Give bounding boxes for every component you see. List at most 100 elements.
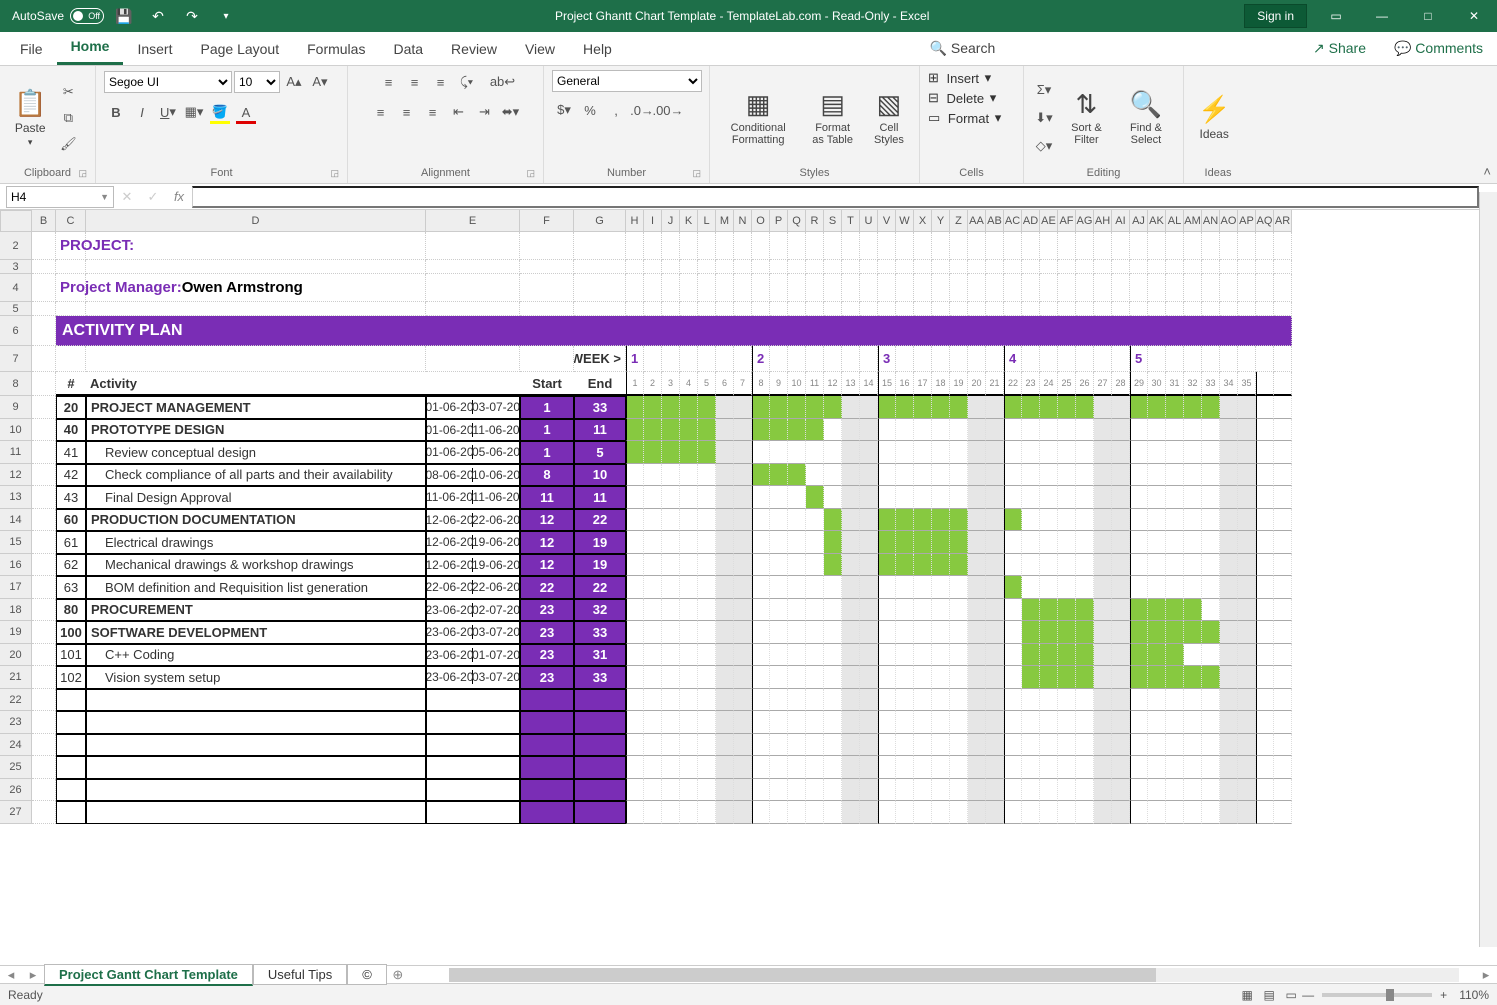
cell[interactable]: [1130, 599, 1148, 622]
cell[interactable]: [1184, 396, 1202, 419]
zoom-slider[interactable]: [1322, 993, 1432, 997]
cell[interactable]: [986, 779, 1004, 802]
copy-icon[interactable]: ⧉: [56, 106, 80, 130]
row-header[interactable]: 2: [0, 232, 32, 260]
cell[interactable]: 32: [1184, 372, 1202, 396]
cell[interactable]: [968, 419, 986, 442]
cell[interactable]: [1040, 599, 1058, 622]
cell[interactable]: [896, 260, 914, 274]
cell[interactable]: [520, 302, 574, 316]
row-header[interactable]: 24: [0, 734, 32, 757]
cell[interactable]: [1058, 486, 1076, 509]
cell[interactable]: 1: [626, 372, 644, 396]
cell[interactable]: [878, 666, 896, 689]
cell[interactable]: [770, 734, 788, 757]
cell[interactable]: [426, 260, 520, 274]
cell[interactable]: [1094, 599, 1112, 622]
cell[interactable]: [878, 419, 896, 442]
cell[interactable]: [1022, 232, 1040, 260]
cell[interactable]: [662, 232, 680, 260]
cell[interactable]: [860, 711, 878, 734]
zoom-in-icon[interactable]: +: [1440, 988, 1447, 1002]
cell[interactable]: [1238, 346, 1256, 372]
cell[interactable]: [806, 599, 824, 622]
cell[interactable]: [1094, 644, 1112, 667]
cell[interactable]: [986, 734, 1004, 757]
cell[interactable]: [716, 441, 734, 464]
cell[interactable]: [1202, 486, 1220, 509]
cell[interactable]: [734, 419, 752, 442]
cell[interactable]: [32, 689, 56, 712]
cell[interactable]: [1058, 554, 1076, 577]
cell[interactable]: [1238, 419, 1256, 442]
cell[interactable]: [734, 779, 752, 802]
cell[interactable]: [806, 689, 824, 712]
cell[interactable]: [644, 274, 662, 302]
cell[interactable]: [842, 396, 860, 419]
cell[interactable]: [32, 801, 56, 824]
cell[interactable]: [1166, 621, 1184, 644]
cell[interactable]: [950, 756, 968, 779]
cell[interactable]: [1256, 779, 1274, 802]
cell[interactable]: [1202, 396, 1220, 419]
cell[interactable]: [752, 260, 770, 274]
cell[interactable]: [1256, 232, 1274, 260]
cell[interactable]: 13: [842, 372, 860, 396]
cell[interactable]: [1256, 531, 1274, 554]
tab-home[interactable]: Home: [57, 30, 124, 65]
cell[interactable]: [1274, 779, 1292, 802]
cell[interactable]: [1166, 346, 1184, 372]
cell[interactable]: [734, 689, 752, 712]
cell[interactable]: [1148, 509, 1166, 532]
cell[interactable]: [896, 599, 914, 622]
cell[interactable]: [986, 801, 1004, 824]
cell[interactable]: 23-06-2003-07-20: [426, 621, 520, 644]
cell[interactable]: [644, 644, 662, 667]
cell[interactable]: [1004, 576, 1022, 599]
cell[interactable]: [806, 396, 824, 419]
row-header[interactable]: 18: [0, 599, 32, 622]
cell[interactable]: [932, 576, 950, 599]
cell[interactable]: [860, 396, 878, 419]
cell[interactable]: [914, 554, 932, 577]
cell[interactable]: [986, 419, 1004, 442]
cell[interactable]: 4: [680, 372, 698, 396]
cell[interactable]: [1148, 711, 1166, 734]
cell[interactable]: [520, 711, 574, 734]
cell[interactable]: [1256, 441, 1274, 464]
cell[interactable]: #: [56, 372, 86, 396]
cell[interactable]: [1076, 801, 1094, 824]
cell[interactable]: [1202, 232, 1220, 260]
col-header[interactable]: C: [56, 210, 86, 232]
name-box[interactable]: ▼: [6, 186, 114, 208]
cell[interactable]: [950, 232, 968, 260]
cell[interactable]: [770, 464, 788, 487]
sheet-tab[interactable]: Project Gantt Chart Template: [44, 964, 253, 986]
col-header[interactable]: AO: [1220, 210, 1238, 232]
cell[interactable]: [1274, 734, 1292, 757]
select-all-corner[interactable]: [0, 210, 32, 232]
cell[interactable]: [1040, 711, 1058, 734]
cell[interactable]: [1148, 486, 1166, 509]
cell[interactable]: [950, 464, 968, 487]
cell[interactable]: [932, 486, 950, 509]
cell[interactable]: [86, 346, 426, 372]
cell[interactable]: [1094, 441, 1112, 464]
cell[interactable]: [968, 554, 986, 577]
cell[interactable]: [626, 260, 644, 274]
cell[interactable]: [806, 554, 824, 577]
cell[interactable]: [1148, 689, 1166, 712]
cell[interactable]: PROTOTYPE DESIGN: [86, 419, 426, 442]
cell[interactable]: [626, 801, 644, 824]
cell[interactable]: [574, 734, 626, 757]
share-button[interactable]: ↗ Share: [1299, 32, 1380, 65]
cell[interactable]: [1148, 441, 1166, 464]
cell[interactable]: [878, 599, 896, 622]
cell[interactable]: [950, 779, 968, 802]
cell[interactable]: [752, 441, 770, 464]
cell[interactable]: [986, 554, 1004, 577]
cell[interactable]: [878, 644, 896, 667]
cell[interactable]: [1166, 274, 1184, 302]
cell[interactable]: [662, 260, 680, 274]
cell[interactable]: [770, 779, 788, 802]
